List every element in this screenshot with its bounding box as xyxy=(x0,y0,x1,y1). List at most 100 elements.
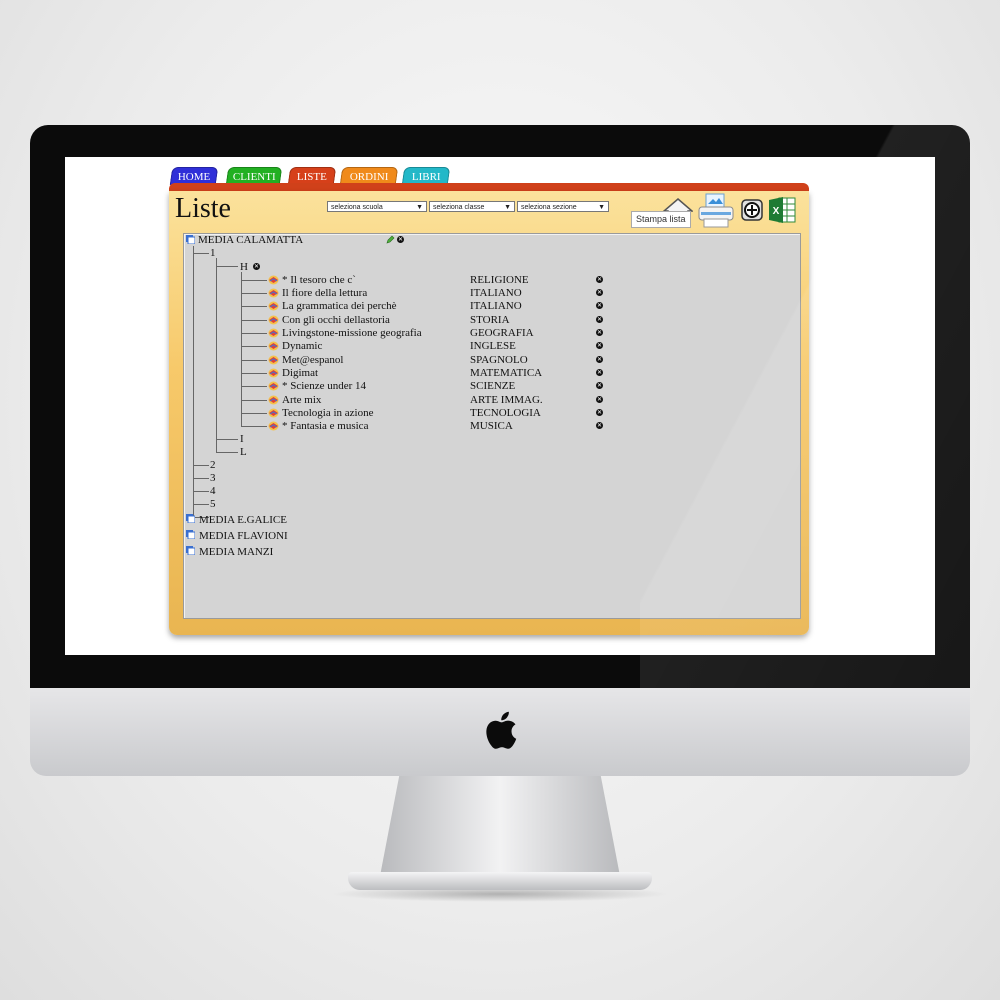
book-icon xyxy=(268,275,279,285)
tree-class-4[interactable]: 4 xyxy=(210,485,216,497)
tree-line xyxy=(241,373,267,374)
school-icon xyxy=(186,235,195,244)
tree-school-flavioni[interactable]: MEDIA FLAVIONI xyxy=(199,530,288,542)
book-subject: TECNOLOGIA xyxy=(470,407,541,419)
delete-book-icon[interactable]: ✕ xyxy=(596,356,603,363)
book-subject: GEOGRAFIA xyxy=(470,327,534,339)
monitor-stand-foot xyxy=(348,872,652,890)
tree-line xyxy=(216,266,238,267)
tree-line xyxy=(241,386,267,387)
delete-book-icon[interactable]: ✕ xyxy=(596,289,603,296)
book-icon xyxy=(268,408,279,418)
book-subject: INGLESE xyxy=(470,340,516,352)
tree-class-3[interactable]: 3 xyxy=(210,472,216,484)
book-subject: ITALIANO xyxy=(470,287,522,299)
book-icon xyxy=(268,315,279,325)
book-icon xyxy=(268,341,279,351)
printer-icon[interactable] xyxy=(697,193,735,229)
tree-line xyxy=(241,306,267,307)
tree-section-h[interactable]: H xyxy=(240,261,248,273)
dropdown-arrow-icon: ▼ xyxy=(598,204,605,211)
tree-line xyxy=(241,280,267,281)
tree-school-manzi[interactable]: MEDIA MANZI xyxy=(199,546,273,558)
main-panel: Liste seleziona scuola ▼ seleziona class… xyxy=(169,191,809,635)
book-title[interactable]: Con gli occhi dellastoria xyxy=(282,314,390,326)
excel-icon[interactable]: X xyxy=(767,195,797,225)
book-title[interactable]: La grammatica dei perchè xyxy=(282,300,397,312)
book-title[interactable]: Il fiore della lettura xyxy=(282,287,367,299)
book-title[interactable]: * Il tesoro che c` xyxy=(282,274,356,286)
school-icon xyxy=(186,546,195,555)
book-title[interactable]: Digimat xyxy=(282,367,318,379)
tree-class-5[interactable]: 5 xyxy=(210,498,216,510)
delete-book-icon[interactable]: ✕ xyxy=(596,369,603,376)
tree-section-i[interactable]: I xyxy=(240,433,244,445)
delete-book-icon[interactable]: ✕ xyxy=(596,422,603,429)
select-classe-value: seleziona classe xyxy=(433,204,485,211)
delete-book-icon[interactable]: ✕ xyxy=(596,302,603,309)
book-title[interactable]: * Fantasia e musica xyxy=(282,420,368,432)
book-subject: STORIA xyxy=(470,314,510,326)
book-icon xyxy=(268,421,279,431)
book-title[interactable]: Met@espanol xyxy=(282,354,343,366)
tree-school-galice[interactable]: MEDIA E.GALICE xyxy=(199,514,287,526)
delete-school-icon[interactable]: ✕ xyxy=(397,236,404,243)
school-icon xyxy=(186,514,195,523)
svg-text:X: X xyxy=(773,206,780,217)
book-icon xyxy=(268,328,279,338)
book-icon xyxy=(268,301,279,311)
apple-logo-icon xyxy=(486,711,517,749)
tree-line xyxy=(241,320,267,321)
tree-line xyxy=(241,333,267,334)
tree-school-calamatta[interactable]: MEDIA CALAMATTA xyxy=(198,234,303,246)
tree-line xyxy=(193,253,209,254)
monitor-stand-neck xyxy=(380,776,620,876)
tree-line xyxy=(241,413,267,414)
book-title[interactable]: * Scienze under 14 xyxy=(282,380,366,392)
delete-book-icon[interactable]: ✕ xyxy=(596,329,603,336)
delete-book-icon[interactable]: ✕ xyxy=(596,342,603,349)
book-title[interactable]: Arte mix xyxy=(282,394,321,406)
book-icon xyxy=(268,288,279,298)
tree-line xyxy=(193,504,209,505)
tree-line xyxy=(193,246,194,516)
book-icon xyxy=(268,355,279,365)
tree-line xyxy=(216,258,217,452)
delete-book-icon[interactable]: ✕ xyxy=(596,409,603,416)
tree-section-l[interactable]: L xyxy=(240,446,247,458)
edit-pencil-icon[interactable] xyxy=(386,235,395,244)
tree-class-2[interactable]: 2 xyxy=(210,459,216,471)
delete-book-icon[interactable]: ✕ xyxy=(596,276,603,283)
select-sezione[interactable]: seleziona sezione ▼ xyxy=(517,201,609,212)
delete-book-icon[interactable]: ✕ xyxy=(596,382,603,389)
school-icon xyxy=(186,530,195,539)
tree-class-1[interactable]: 1 xyxy=(210,247,216,259)
delete-section-icon[interactable]: ✕ xyxy=(253,263,260,270)
delete-book-icon[interactable]: ✕ xyxy=(596,316,603,323)
book-subject: MATEMATICA xyxy=(470,367,543,379)
book-subject: ARTE IMMAG. xyxy=(470,394,543,406)
book-subject: ITALIANO xyxy=(470,300,522,312)
tree-line xyxy=(241,400,267,401)
add-icon[interactable] xyxy=(741,199,763,221)
book-icon xyxy=(268,381,279,391)
select-scuola[interactable]: seleziona scuola ▼ xyxy=(327,201,427,212)
tree-view: MEDIA CALAMATTA ✕ 1 H ✕ * Il tesoro che … xyxy=(183,233,801,619)
select-classe[interactable]: seleziona classe ▼ xyxy=(429,201,515,212)
book-title[interactable]: Livingstone-missione geografia xyxy=(282,327,422,339)
tree-line xyxy=(193,465,209,466)
book-subject: MUSICA xyxy=(470,420,513,432)
book-title[interactable]: Dynamic xyxy=(282,340,322,352)
book-subject: SCIENZE xyxy=(470,380,516,392)
book-title[interactable]: Tecnologia in azione xyxy=(282,407,373,419)
dropdown-arrow-icon: ▼ xyxy=(416,204,423,211)
tree-line xyxy=(193,478,209,479)
tree-line xyxy=(216,452,238,453)
select-scuola-value: seleziona scuola xyxy=(331,204,383,211)
book-icon xyxy=(268,368,279,378)
tooltip-stampa-lista: Stampa lista xyxy=(631,211,691,228)
book-subject: RELIGIONE xyxy=(470,274,529,286)
screen: HOME CLIENTI LISTE ORDINI LIBRI Liste se… xyxy=(65,157,935,655)
tree-line xyxy=(241,272,242,427)
delete-book-icon[interactable]: ✕ xyxy=(596,396,603,403)
